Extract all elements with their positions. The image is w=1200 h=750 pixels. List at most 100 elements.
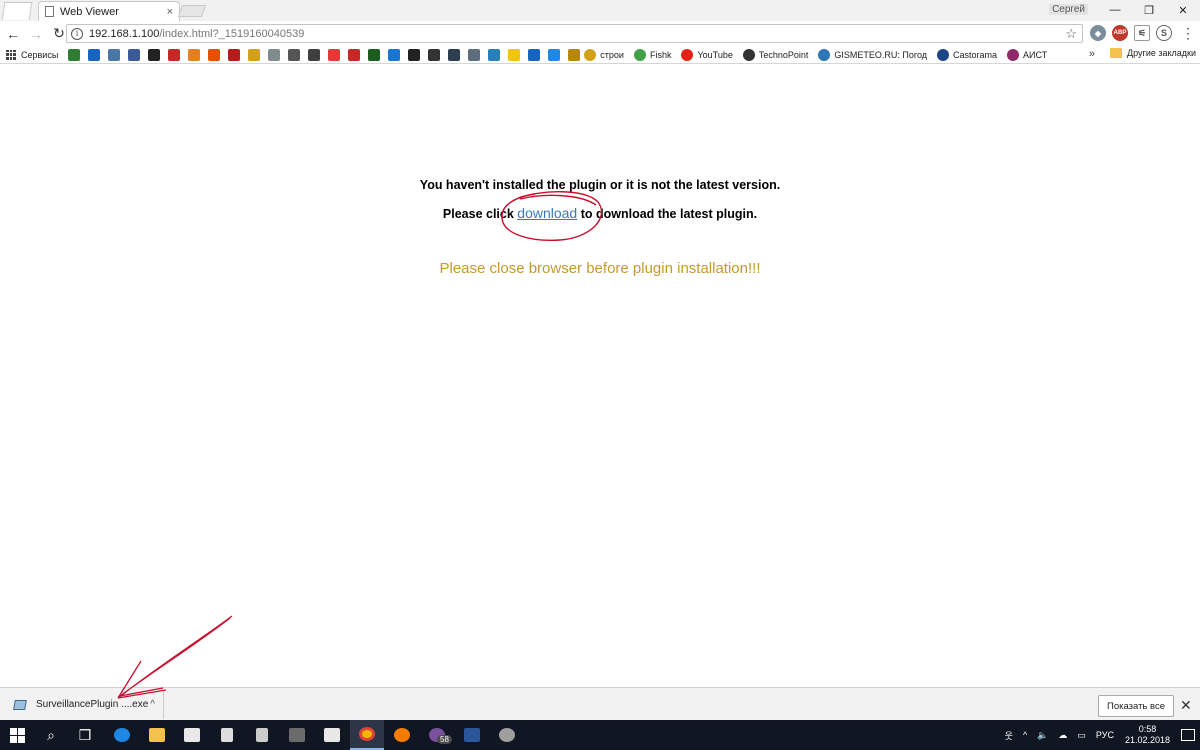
apps-bookmark[interactable]: Сервисы	[6, 49, 58, 60]
url-host: 192.168.1.100	[89, 27, 160, 40]
chevron-up-icon[interactable]: ^	[150, 699, 155, 710]
taskbar-paint[interactable]	[490, 720, 524, 750]
bookmark-favicon-icon[interactable]	[528, 48, 541, 61]
clock[interactable]: 0:58 21.02.2018	[1125, 724, 1170, 746]
network-icon[interactable]: ☁	[1058, 730, 1067, 741]
tab-blank[interactable]	[1, 1, 33, 21]
task-view-button[interactable]: ❒	[68, 720, 102, 750]
extension-s-icon[interactable]: S	[1156, 25, 1172, 41]
bookmark-item[interactable]: Castorama	[937, 48, 998, 61]
bookmark-favicon-icon[interactable]	[308, 48, 321, 61]
bookmark-label: Fishk	[649, 49, 672, 60]
bookmark-favicon-icon[interactable]	[548, 48, 561, 61]
bookmark-items: строи Fishk YouTube TechnoPoint GISMETEO.RU:…	[584, 48, 1057, 61]
close-window-button[interactable]: ✕	[1166, 0, 1200, 20]
restore-button[interactable]: ❐	[1132, 0, 1166, 20]
instruction-suffix: to download the latest plugin.	[577, 207, 758, 221]
adblock-icon[interactable]: ABP	[1112, 25, 1128, 41]
bookmark-label: Castorama	[953, 49, 998, 60]
bookmark-favicon-icon[interactable]	[248, 48, 261, 61]
taskbar-store[interactable]	[175, 720, 209, 750]
bookmark-item[interactable]: GISMETEO.RU: Погод	[818, 48, 928, 61]
bookmark-favicon-icon[interactable]	[328, 48, 341, 61]
show-all-button[interactable]: Показать все	[1098, 695, 1174, 717]
bookmark-favicon-icon[interactable]	[88, 48, 101, 61]
notifications-icon[interactable]	[1181, 729, 1195, 741]
taskbar-app[interactable]	[210, 720, 244, 750]
volume-icon[interactable]: 🔈	[1037, 730, 1048, 741]
bookmark-favicon-icon[interactable]	[468, 48, 481, 61]
tray-chevron-icon[interactable]: ^	[1023, 730, 1027, 740]
taskbar-browser[interactable]	[385, 720, 419, 750]
taskbar-chrome[interactable]	[350, 720, 384, 750]
bookmark-favicon-icon[interactable]	[228, 48, 241, 61]
bookmark-favicon-icon[interactable]	[508, 48, 521, 61]
paint-icon	[499, 728, 515, 742]
download-file-name: SurveillancePlugin ....exe	[36, 699, 149, 710]
bookmark-favicon-icon[interactable]	[448, 48, 461, 61]
taskbar-media[interactable]	[280, 720, 314, 750]
bookmark-favicon-icon[interactable]	[288, 48, 301, 61]
taskbar-explorer[interactable]	[140, 720, 174, 750]
bookmark-favicon-icon[interactable]	[348, 48, 361, 61]
bookmark-favicon-icon[interactable]	[568, 48, 581, 61]
viber-badge: 58	[437, 735, 452, 744]
taskbar-calculator[interactable]	[245, 720, 279, 750]
language-indicator[interactable]: РУС	[1096, 730, 1114, 740]
word-icon	[464, 728, 480, 742]
mail-icon	[324, 728, 340, 742]
bookmark-item[interactable]: TechnoPoint	[742, 48, 808, 61]
address-bar[interactable]: i 192.168.1.100 /index.html?_15191600405…	[66, 24, 1083, 43]
back-button[interactable]: ←	[3, 24, 23, 44]
bookmarks-bar: Сервисы строи Fishk YouTube TechnoPoint GISM…	[0, 46, 1200, 64]
profile-name[interactable]: Сергей	[1049, 4, 1088, 15]
start-button[interactable]	[0, 720, 34, 750]
store-icon	[184, 728, 200, 742]
bookmark-favicon-icon[interactable]	[208, 48, 221, 61]
more-bookmarks-button[interactable]: »	[1089, 48, 1095, 60]
bookmark-favicon-icon[interactable]	[408, 48, 421, 61]
new-tab-button[interactable]	[177, 1, 207, 21]
extension-icon[interactable]: ◆	[1090, 25, 1106, 41]
bookmark-favicon-icon[interactable]	[488, 48, 501, 61]
bookmark-favicon-icon[interactable]	[128, 48, 141, 61]
bookmark-favicon-icon[interactable]	[68, 48, 81, 61]
taskbar-mail[interactable]	[315, 720, 349, 750]
info-icon[interactable]: i	[71, 27, 83, 40]
bookmark-favicon-icon	[681, 48, 694, 61]
chrome-menu-icon[interactable]: ⋮	[1180, 25, 1196, 41]
people-icon[interactable]: 웃	[1005, 729, 1013, 742]
bookmark-favicon-icon[interactable]	[108, 48, 121, 61]
extension-settings-icon[interactable]: ⚟	[1134, 25, 1150, 41]
bookmark-favicon-icon[interactable]	[168, 48, 181, 61]
bookmark-item[interactable]: строи	[584, 48, 624, 61]
search-button[interactable]: ⌕	[34, 720, 68, 750]
bookmark-favicon-icon[interactable]	[428, 48, 441, 61]
other-bookmarks[interactable]: Другие закладки	[1110, 48, 1196, 58]
battery-icon[interactable]: ▭	[1077, 730, 1086, 741]
bookmark-label: GISMETEO.RU: Погод	[834, 49, 928, 60]
close-shelf-icon[interactable]: ✕	[1180, 697, 1192, 714]
bookmark-favicon-icon[interactable]	[148, 48, 161, 61]
bookmark-item[interactable]: YouTube	[681, 48, 733, 61]
tab-close-icon[interactable]: ×	[167, 6, 173, 18]
bookmark-item[interactable]: Fishk	[633, 48, 672, 61]
forward-button[interactable]: →	[26, 24, 46, 44]
download-item[interactable]: SurveillancePlugin ....exe ^	[4, 690, 164, 719]
browser-icon	[394, 728, 410, 742]
bookmark-favicon-icon	[1007, 48, 1020, 61]
other-bookmarks-label: Другие закладки	[1127, 48, 1196, 58]
bookmark-favicon-icon[interactable]	[188, 48, 201, 61]
bookmark-favicon-icon[interactable]	[388, 48, 401, 61]
bookmark-favicon-icon[interactable]	[368, 48, 381, 61]
bookmark-star-icon[interactable]: ☆	[1065, 26, 1077, 42]
bookmark-item[interactable]: АИСТ	[1007, 48, 1047, 61]
taskbar-edge[interactable]	[105, 720, 139, 750]
taskbar-word[interactable]	[455, 720, 489, 750]
bookmark-favicon-icon[interactable]	[268, 48, 281, 61]
tab-web-viewer[interactable]: Web Viewer ×	[38, 1, 180, 21]
system-tray: 웃 ^ 🔈 ☁ ▭ РУС 0:58 21.02.2018	[1000, 720, 1200, 750]
bookmark-icons	[64, 48, 584, 61]
download-link[interactable]: download	[517, 205, 577, 221]
minimize-button[interactable]: —	[1098, 0, 1132, 20]
